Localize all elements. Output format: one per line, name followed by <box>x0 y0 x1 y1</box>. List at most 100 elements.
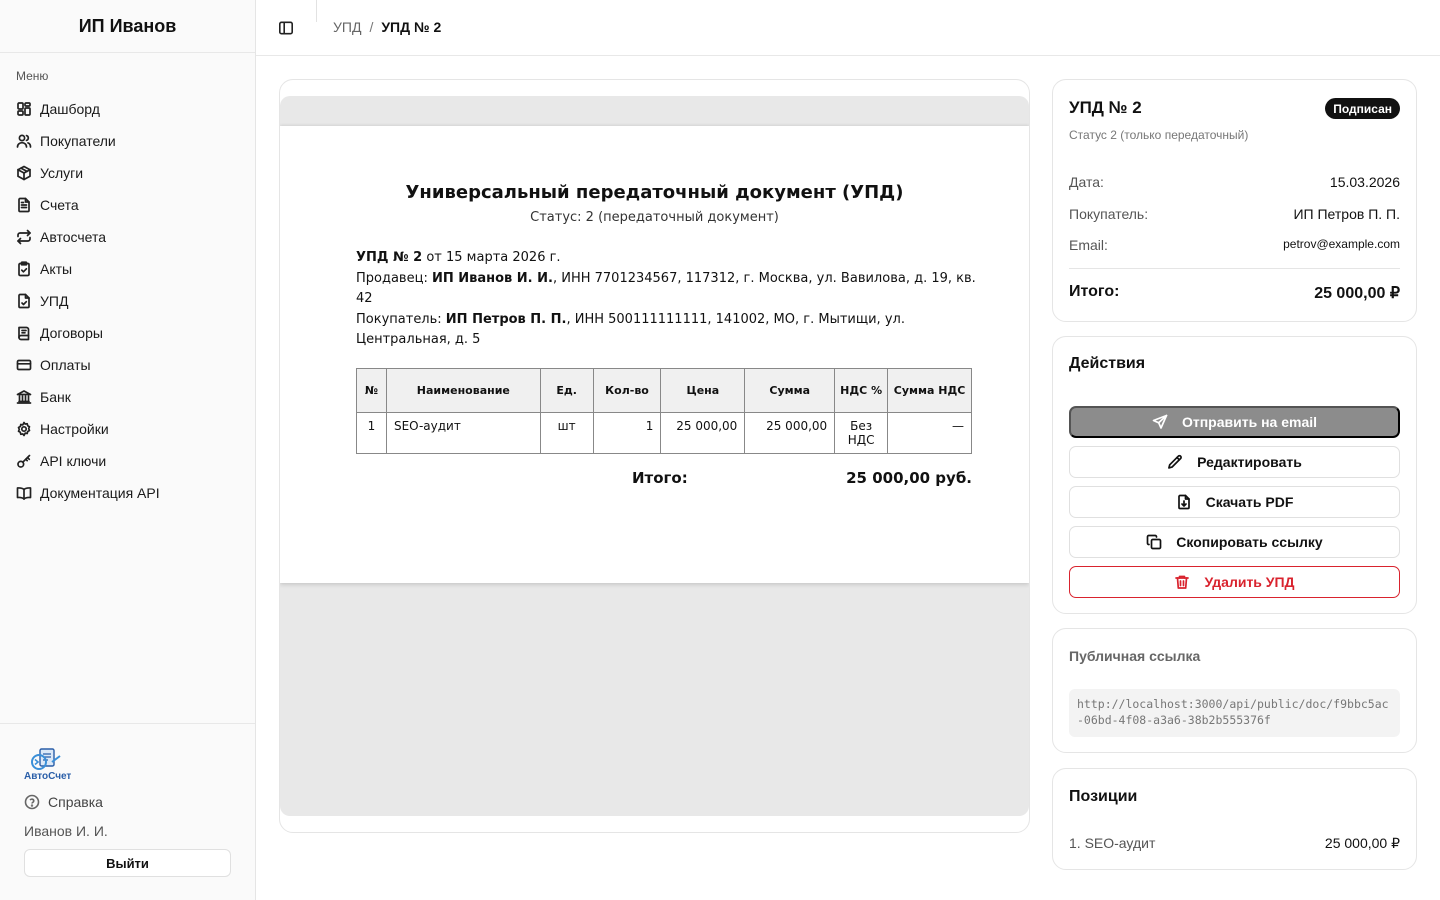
clipboard-check-icon <box>16 261 32 277</box>
sidebar-item-label: Автосчета <box>40 229 107 245</box>
document-number-line: УПД № 2 от 15 марта 2026 г. <box>356 248 976 269</box>
box-icon <box>16 165 32 181</box>
send-email-button[interactable]: Отправить на email <box>1069 406 1400 438</box>
repeat-icon <box>16 229 32 245</box>
sidebar-menu: Дашборд Покупатели Услуги Счета Автосчет… <box>8 93 248 509</box>
email-value: petrov@example.com <box>1283 237 1400 251</box>
table-cell-price: 25 000,00 <box>660 412 746 454</box>
table-header: НДС % <box>834 368 889 413</box>
table-header: Наименование <box>385 368 541 413</box>
summary-total-value: 25 000,00 ₽ <box>1314 285 1400 302</box>
user-name: Иванов И. И. <box>24 823 108 839</box>
brand-title: ИП Иванов <box>0 0 255 53</box>
positions-title: Позиции <box>1069 788 1138 805</box>
sidebar-item-api-keys[interactable]: API ключи <box>8 445 248 477</box>
table-header-row: № Наименование Ед. Кол-во Цена Сумма НДС… <box>356 368 972 413</box>
public-link-url[interactable]: http://localhost:3000/api/public/doc/f9b… <box>1069 689 1400 737</box>
buyer-label: Покупатель: <box>356 311 446 327</box>
menu-caption: Меню <box>16 69 49 83</box>
file-download-icon <box>1177 494 1190 510</box>
delete-upd-button[interactable]: Удалить УПД <box>1069 566 1400 598</box>
sidebar-item-payments[interactable]: Оплаты <box>8 349 248 381</box>
sidebar-item-upd[interactable]: УПД <box>8 285 248 317</box>
summary-card: УПД № 2 Подписан Статус 2 (только переда… <box>1052 79 1417 322</box>
delete-upd-label: Удалить УПД <box>1204 574 1295 590</box>
sidebar-item-acts[interactable]: Акты <box>8 253 248 285</box>
document-number: УПД № 2 <box>356 250 423 265</box>
email-label: Email: <box>1069 237 1108 253</box>
logo-text: АвтоСчет <box>24 771 72 782</box>
breadcrumb-current: УПД № 2 <box>381 19 442 35</box>
help-circle-icon <box>24 794 40 810</box>
sidebar-item-settings[interactable]: Настройки <box>8 413 248 445</box>
position-value: 25 000,00 ₽ <box>1324 835 1400 851</box>
sidebar-item-label: Настройки <box>40 421 109 437</box>
table-header: Сумма <box>744 368 836 413</box>
document-date: от 15 марта 2026 г. <box>422 250 561 265</box>
sidebar-item-services[interactable]: Услуги <box>8 157 248 189</box>
document-total-value: 25 000,00 руб. <box>846 469 972 487</box>
sidebar-item-label: Договоры <box>40 325 103 341</box>
summary-subtitle: Статус 2 (только передаточный) <box>1069 128 1249 142</box>
pencil-icon <box>1168 454 1183 469</box>
summary-total-row: Итого: 25 000,00 ₽ <box>1069 283 1400 303</box>
seller-label: Продавец: <box>356 270 432 286</box>
table-cell-qty: 1 <box>592 412 662 454</box>
table-cell-vat: Без НДС <box>834 412 889 454</box>
key-icon <box>16 453 32 469</box>
trash-icon <box>1175 575 1190 589</box>
table-header: № <box>356 368 387 413</box>
breadcrumb: УПД / УПД № 2 <box>333 19 441 35</box>
positions-card: Позиции 1. SEO-аудит 25 000,00 ₽ <box>1052 768 1417 870</box>
sidebar-item-label: Покупатели <box>40 133 116 149</box>
seller-name: ИП Иванов И. И. <box>431 270 553 286</box>
sidebar-item-api-docs[interactable]: Документация API <box>8 477 248 509</box>
breadcrumb-separator: / <box>369 19 374 35</box>
table-header: Цена <box>660 368 746 413</box>
actions-title: Действия <box>1069 355 1146 372</box>
sidebar-toggle-icon[interactable] <box>278 20 294 36</box>
copy-link-button[interactable]: Скопировать ссылку <box>1069 526 1400 558</box>
edit-button[interactable]: Редактировать <box>1069 446 1400 478</box>
users-icon <box>16 133 32 149</box>
help-link[interactable]: Справка <box>24 794 103 810</box>
copy-icon <box>1146 534 1162 550</box>
document-page: Универсальный передаточный документ (УПД… <box>280 126 1029 583</box>
breadcrumb-parent-link[interactable]: УПД <box>333 19 361 35</box>
position-name: 1. SEO-аудит <box>1069 835 1156 851</box>
buyer-label: Покупатель: <box>1069 206 1149 222</box>
sidebar-item-customers[interactable]: Покупатели <box>8 125 248 157</box>
date-value: 15.03.2026 <box>1329 174 1400 190</box>
book-open-icon <box>16 485 32 501</box>
dashboard-icon <box>16 101 32 117</box>
document-subtitle: Статус: 2 (передаточный документ) <box>530 210 779 225</box>
public-link-title: Публичная ссылка <box>1069 648 1201 664</box>
file-text-icon <box>16 197 32 213</box>
document-viewer[interactable]: Универсальный передаточный документ (УПД… <box>280 96 1029 816</box>
logout-button[interactable]: Выйти <box>24 849 231 877</box>
sidebar: ИП Иванов Меню Дашборд Покупатели Услуги… <box>0 0 256 900</box>
settings-icon <box>16 421 32 437</box>
summary-total-label: Итого: <box>1069 283 1120 300</box>
send-icon <box>1152 414 1168 429</box>
status-badge: Подписан <box>1325 98 1400 119</box>
buyer-line: Покупатель: ИП Петров П. П., ИНН 5001111… <box>356 310 976 351</box>
download-pdf-button[interactable]: Скачать PDF <box>1069 486 1400 518</box>
buyer-row: Покупатель: ИП Петров П. П. <box>1069 206 1400 222</box>
help-label: Справка <box>48 794 103 810</box>
sidebar-item-dashboard[interactable]: Дашборд <box>8 93 248 125</box>
buyer-name: ИП Петров П. П. <box>445 311 567 327</box>
date-label: Дата: <box>1069 174 1104 190</box>
summary-title: УПД № 2 <box>1069 98 1142 117</box>
public-link-card: Публичная ссылка http://localhost:3000/a… <box>1052 628 1417 753</box>
sidebar-item-auto-invoices[interactable]: Автосчета <box>8 221 248 253</box>
summary-divider <box>1069 268 1400 269</box>
credit-card-icon <box>16 357 32 373</box>
download-pdf-label: Скачать PDF <box>1205 494 1294 510</box>
sidebar-item-contracts[interactable]: Договоры <box>8 317 248 349</box>
sidebar-item-label: УПД <box>40 293 69 309</box>
document-info: УПД № 2 от 15 марта 2026 г. Продавец: ИП… <box>356 248 976 351</box>
sidebar-item-label: Оплаты <box>40 357 91 373</box>
sidebar-item-invoices[interactable]: Счета <box>8 189 248 221</box>
sidebar-item-bank[interactable]: Банк <box>8 381 248 413</box>
